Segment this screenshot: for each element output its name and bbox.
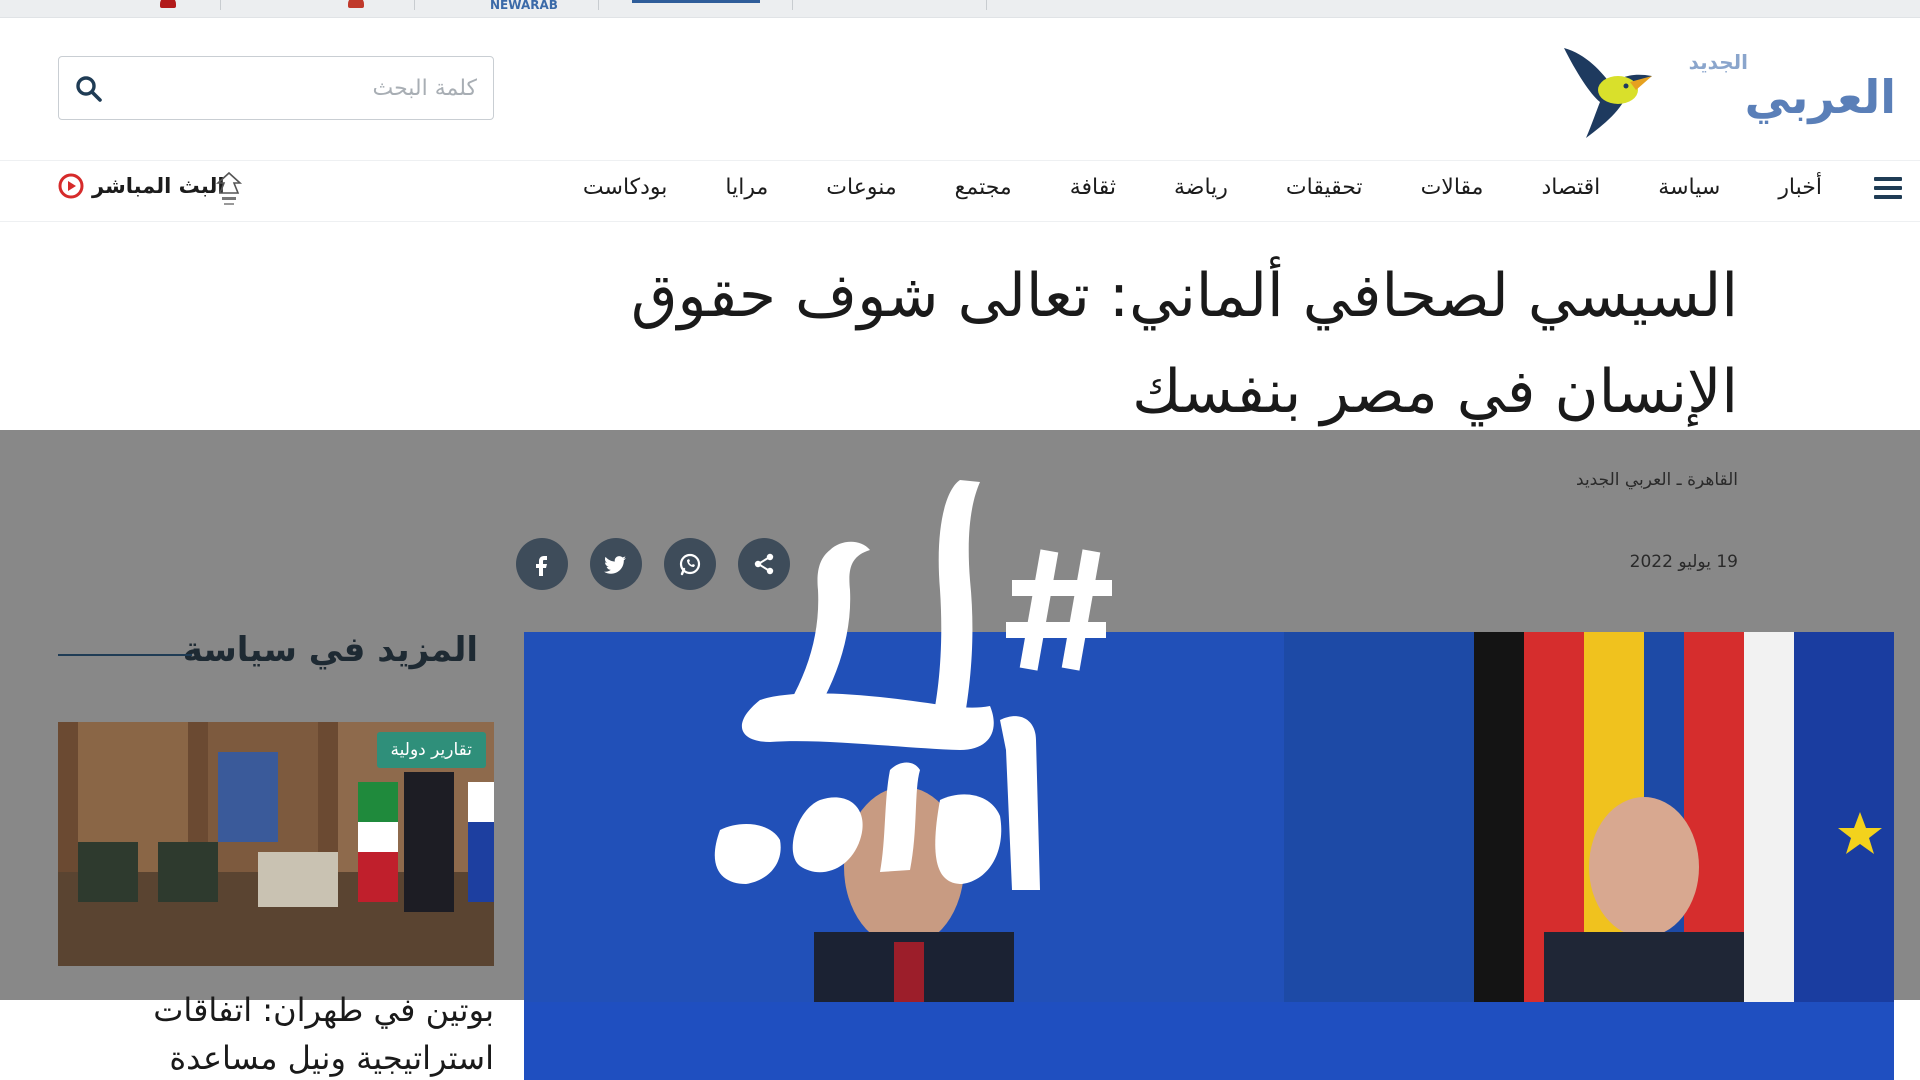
network-logo-icon[interactable] — [348, 0, 364, 8]
section-divider — [58, 654, 192, 656]
brand-subtitle: الجديد — [1688, 50, 1748, 74]
newarab-link[interactable]: NEWARAB — [490, 0, 558, 12]
nav-item-sports[interactable]: رياضة — [1174, 175, 1228, 200]
divider — [598, 0, 599, 10]
site-header: الجديد العربي — [0, 18, 1920, 158]
nav-item-economy[interactable]: اقتصاد — [1541, 175, 1600, 200]
live-stream-link[interactable]: البث المباشر — [58, 171, 243, 205]
nav-item-misc[interactable]: منوعات — [826, 175, 896, 200]
bird-logo-icon — [1564, 48, 1652, 138]
nav-item-society[interactable]: مجتمع — [955, 175, 1012, 200]
related-article-image[interactable]: تقارير دولية — [58, 722, 494, 966]
facebook-icon — [536, 556, 547, 576]
category-badge[interactable]: تقارير دولية — [376, 732, 486, 768]
divider — [792, 0, 793, 10]
search-box[interactable] — [58, 56, 494, 120]
more-section-title: المزيد في سياسة — [182, 630, 478, 670]
nav-item-articles[interactable]: مقالات — [1421, 175, 1484, 200]
article-headline: السيسي لصحافي ألماني: تعالى شوف حقوق الإ… — [630, 261, 1738, 427]
divider — [414, 0, 415, 10]
divider — [220, 0, 221, 10]
nav-item-news[interactable]: أخبار — [1778, 175, 1822, 200]
main-nav: أخبار سياسة اقتصاد مقالات تحقيقات رياضة … — [0, 160, 1920, 222]
divider — [986, 0, 987, 10]
search-icon[interactable] — [75, 75, 103, 103]
top-strip: NEWARAB — [0, 0, 1920, 18]
nav-item-politics[interactable]: سياسة — [1658, 175, 1720, 200]
site-logo[interactable]: الجديد العربي — [1556, 42, 1897, 142]
network-logo-icon[interactable] — [160, 0, 176, 8]
nav-item-culture[interactable]: ثقافة — [1070, 175, 1116, 200]
news-channel-icon — [215, 171, 243, 205]
twitter-icon — [604, 556, 626, 574]
nav-list: أخبار سياسة اقتصاد مقالات تحقيقات رياضة … — [583, 175, 1822, 200]
network-logo-icon[interactable] — [632, 0, 760, 3]
nav-item-investigations[interactable]: تحقيقات — [1286, 175, 1363, 200]
nav-item-podcast[interactable]: بودكاست — [583, 175, 668, 200]
live-label: البث المباشر — [92, 174, 225, 198]
article-date: 19 يوليو 2022 — [1629, 552, 1738, 572]
nav-item-mirrors[interactable]: مرايا — [725, 175, 768, 200]
hamburger-menu-icon[interactable] — [1874, 177, 1902, 205]
play-icon — [58, 173, 84, 199]
related-article-title[interactable]: بوتين في طهران: اتفاقات استراتيجية ونيل … — [54, 986, 494, 1080]
search-input[interactable] — [117, 69, 477, 107]
article-location: القاهرة ـ العربي الجديد — [1576, 470, 1738, 490]
hashtag-overlay-logo[interactable] — [700, 470, 1170, 940]
brand-name: العربي — [1744, 70, 1897, 124]
facebook-share-button[interactable] — [516, 538, 568, 590]
twitter-share-button[interactable] — [590, 538, 642, 590]
